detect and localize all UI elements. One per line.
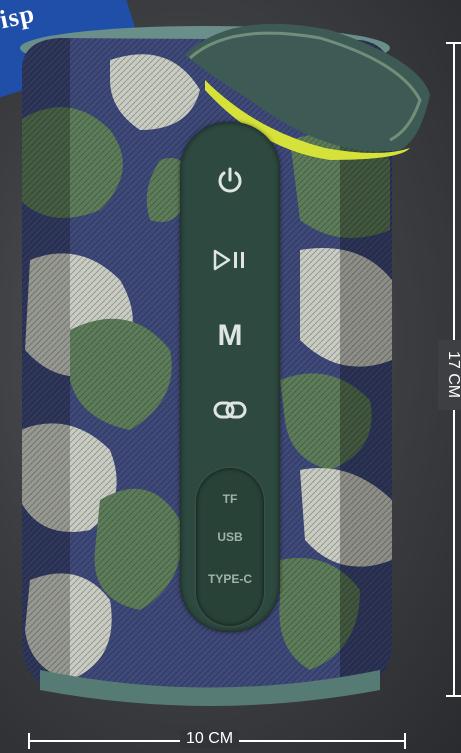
height-dimension-cap-top	[446, 42, 461, 44]
play-pause-button[interactable]	[198, 230, 262, 290]
width-dimension-cap-left	[28, 733, 30, 749]
port-label-tf: TF	[222, 492, 238, 506]
link-icon	[213, 401, 247, 419]
port-label-typec: TYPE-C	[207, 572, 252, 586]
width-dimension-label: 10 CM	[180, 730, 240, 748]
mode-button[interactable]: M	[198, 306, 262, 366]
control-panel: M TF USB TYPE-C	[180, 122, 280, 632]
power-button[interactable]	[198, 150, 262, 210]
power-icon	[218, 167, 242, 193]
height-dimension-label: 17 CM	[438, 340, 461, 410]
play-pause-icon	[213, 249, 244, 271]
port-label-usb: USB	[217, 530, 243, 544]
port-cover[interactable]: TF USB TYPE-C	[196, 468, 264, 626]
height-dimension-cap-bottom	[446, 695, 461, 697]
width-dimension-cap-right	[404, 733, 406, 749]
link-button[interactable]	[198, 380, 262, 440]
